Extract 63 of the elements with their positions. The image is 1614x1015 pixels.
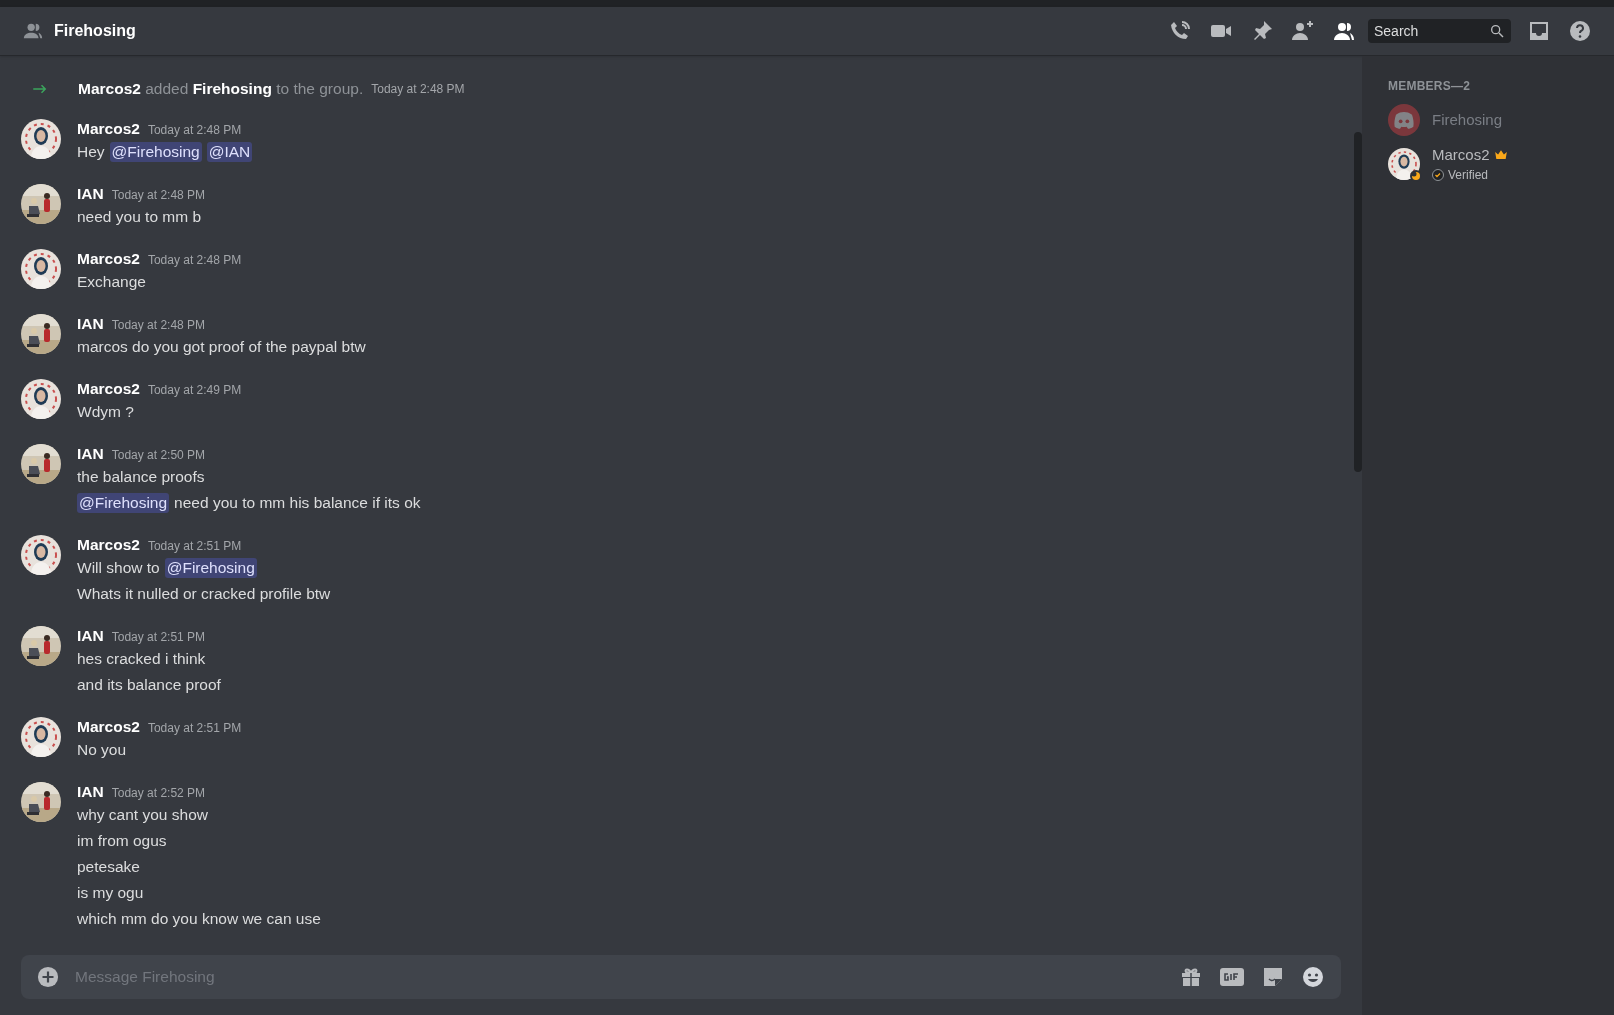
- username[interactable]: IAN: [77, 624, 104, 648]
- add-friend-icon[interactable]: [1291, 19, 1315, 43]
- message-text: Will show to: [77, 558, 160, 579]
- timestamp: Today at 2:51 PM: [147, 720, 242, 737]
- message-text: Wdym ?: [77, 402, 134, 423]
- timestamp: Today at 2:48 PM: [111, 187, 206, 204]
- timestamp: Today at 2:48 PM: [111, 317, 206, 334]
- message-text: need you to mm b: [77, 207, 202, 228]
- member-status: Verified: [1448, 167, 1489, 185]
- timestamp: Today at 2:48 PM: [147, 252, 242, 269]
- member-item[interactable]: Marcos2 Verified: [1380, 142, 1614, 186]
- message-text: marcos do you got proof of the paypal btw: [77, 337, 366, 358]
- message-text: the balance proofs: [77, 467, 205, 488]
- message-text: and its balance proof: [77, 675, 221, 696]
- timestamp: Today at 2:51 PM: [111, 629, 206, 646]
- message-text: petesake: [77, 857, 140, 878]
- check-badge-icon: [1432, 169, 1444, 182]
- timestamp: Today at 2:50 PM: [111, 447, 206, 464]
- channel-title: Firehosing: [54, 21, 136, 41]
- help-icon[interactable]: [1568, 19, 1592, 43]
- member-name: Marcos2: [1432, 144, 1490, 165]
- mention[interactable]: @Firehosing: [77, 493, 170, 513]
- username[interactable]: Marcos2: [77, 377, 140, 401]
- username[interactable]: IAN: [77, 780, 104, 804]
- timestamp: Today at 2:48 PM: [147, 122, 242, 139]
- timestamp: Today at 2:49 PM: [147, 382, 242, 399]
- message-text: im from ogus: [77, 831, 167, 852]
- mention[interactable]: @IAN: [206, 142, 253, 162]
- scrollbar[interactable]: [1354, 132, 1362, 472]
- username[interactable]: Marcos2: [77, 715, 140, 739]
- message-text: hes cracked i think: [77, 649, 206, 670]
- mention[interactable]: @Firehosing: [164, 558, 257, 578]
- username[interactable]: Marcos2: [77, 533, 140, 557]
- message-text: need you to mm his balance if its ok: [174, 493, 421, 514]
- message-text: is my ogu: [77, 883, 144, 904]
- idle-status-icon: [1410, 170, 1422, 182]
- username[interactable]: IAN: [77, 442, 104, 466]
- message-text: which mm do you know we can use: [77, 909, 321, 930]
- inbox-icon[interactable]: [1527, 19, 1551, 43]
- search-icon: [1489, 23, 1505, 39]
- message-text: Exchange: [77, 272, 146, 293]
- system-message: Marcos2 added Firehosing to the group.: [78, 79, 364, 100]
- emoji-icon[interactable]: [1301, 965, 1325, 989]
- search-field[interactable]: Search: [1368, 19, 1511, 43]
- username[interactable]: IAN: [77, 312, 104, 336]
- message-text: why cant you show: [77, 805, 208, 826]
- username[interactable]: Marcos2: [77, 247, 140, 271]
- username[interactable]: Marcos2: [77, 117, 140, 141]
- member-name: Firehosing: [1432, 109, 1503, 130]
- members-heading: MEMBERS—2: [1388, 78, 1472, 95]
- message-text: No you: [77, 740, 127, 761]
- crown-icon: [1493, 148, 1508, 162]
- timestamp: Today at 2:52 PM: [111, 785, 206, 802]
- message-text: Hey: [77, 142, 105, 163]
- timestamp: Today at 2:51 PM: [147, 538, 242, 555]
- message-text: Whats it nulled or cracked profile btw: [77, 584, 331, 605]
- search-input[interactable]: Search: [1374, 20, 1489, 42]
- sticker-icon[interactable]: [1261, 965, 1285, 989]
- mention[interactable]: @Firehosing: [109, 142, 202, 162]
- username[interactable]: IAN: [77, 182, 104, 206]
- timestamp: Today at 2:48 PM: [371, 81, 465, 98]
- add-icon[interactable]: [37, 966, 59, 988]
- gif-icon[interactable]: [1219, 966, 1245, 988]
